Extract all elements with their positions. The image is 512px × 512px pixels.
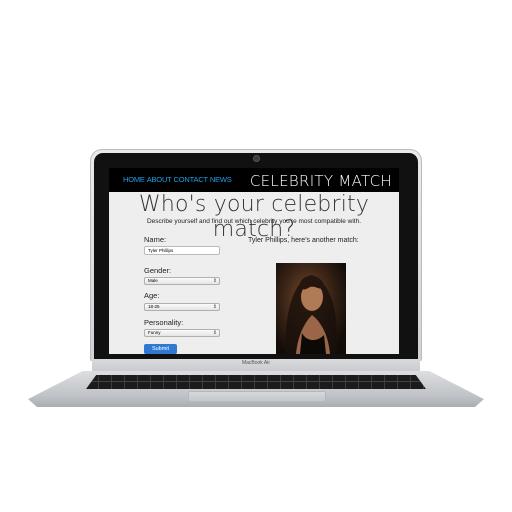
page-subtitle: Describe yourself and find out which cel… xyxy=(146,218,362,225)
nav-about[interactable]: ABOUT xyxy=(147,175,172,184)
device-label: MacBook Air xyxy=(241,360,271,366)
nav-bar: HOME ABOUT CONTACT NEWS xyxy=(123,175,234,184)
name-field[interactable]: Tyler Phillips xyxy=(144,246,220,255)
celebrity-photo xyxy=(276,263,346,354)
name-label: Name: xyxy=(144,235,167,244)
gender-value: Male xyxy=(148,278,158,283)
site-logo[interactable]: CELEBRITY MATCH xyxy=(250,172,392,190)
select-arrows-icon: ⇕ xyxy=(212,304,217,310)
select-arrows-icon: ⇕ xyxy=(212,278,217,284)
nav-home[interactable]: HOME xyxy=(123,175,145,184)
age-label: Age: xyxy=(144,291,160,300)
submit-button[interactable]: Submit xyxy=(144,344,177,354)
laptop: HOME ABOUT CONTACT NEWS CELEBRITY MATCH Who… xyxy=(0,0,512,512)
gender-select[interactable]: Male ⇕ xyxy=(144,277,220,285)
gender-label: Gender: xyxy=(144,266,172,275)
match-message: Tyler Phillips, here's another match: xyxy=(248,237,359,244)
personality-value: Funny xyxy=(148,330,161,335)
portrait-image xyxy=(285,275,337,354)
personality-label: Personality: xyxy=(144,318,184,327)
nav-news[interactable]: NEWS xyxy=(210,175,232,184)
age-select[interactable]: 18-25 ⇕ xyxy=(144,303,220,311)
screen: HOME ABOUT CONTACT NEWS CELEBRITY MATCH Who… xyxy=(109,168,399,354)
site-header: HOME ABOUT CONTACT NEWS CELEBRITY MATCH xyxy=(109,168,399,192)
nav-contact[interactable]: CONTACT xyxy=(174,175,208,184)
personality-select[interactable]: Funny ⇕ xyxy=(144,329,220,337)
keyboard xyxy=(86,375,426,389)
keyboard-row-divider xyxy=(92,381,420,382)
select-arrows-icon: ⇕ xyxy=(212,330,217,336)
trackpad xyxy=(188,391,326,402)
camera-icon xyxy=(253,155,260,162)
age-value: 18-25 xyxy=(148,304,160,309)
